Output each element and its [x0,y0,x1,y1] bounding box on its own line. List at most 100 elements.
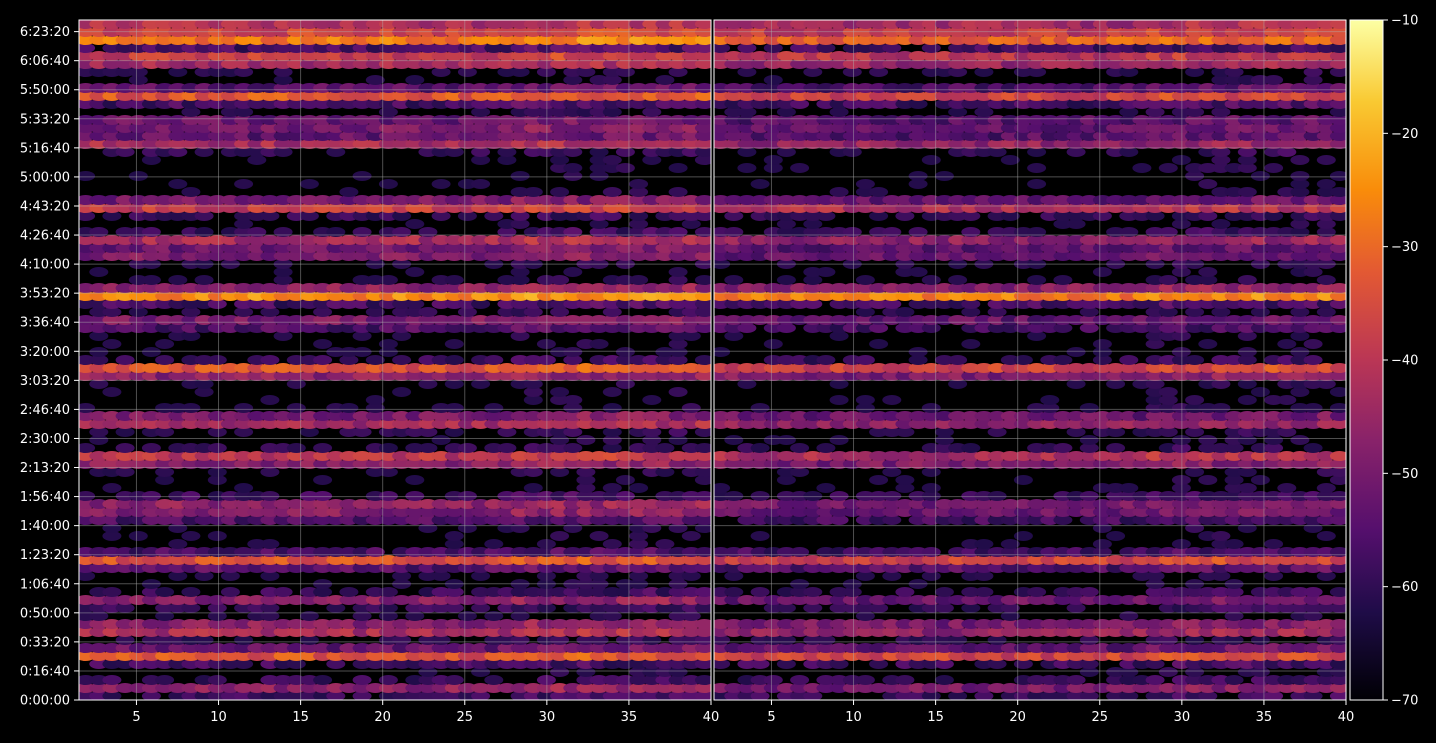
heatmap-cell [550,387,569,397]
heatmap-cell [856,675,875,685]
heatmap-cell [974,539,993,549]
heatmap-cell [392,387,411,397]
heatmap-cell [629,483,648,493]
heatmap-cell [142,443,161,453]
heatmap-cell [471,179,490,189]
heatmap-cell [751,179,770,189]
heatmap-cell [1225,539,1244,549]
heatmap-cell [1027,587,1046,597]
heatmap-cell [102,675,121,685]
heatmap-cell [856,355,875,365]
heatmap-cell [379,275,398,285]
y-tick-label: 1:56:40 [20,490,70,505]
heatmap-cell [208,443,227,453]
heatmap-cell [603,155,622,165]
heatmap-cell [616,347,635,357]
heatmap-cell [803,587,822,597]
y-tick-label: 0:16:40 [20,664,70,679]
heatmap-cell [1304,355,1323,365]
y-tick-label: 4:43:20 [20,199,70,214]
heatmap-cell [724,275,743,285]
heatmap-cell [1014,531,1033,541]
heatmap-cell [339,403,358,413]
heatmap-cell [988,491,1007,501]
heatmap-cell [155,339,174,349]
heatmap-cell [751,491,770,501]
heatmap-cell [1080,435,1099,445]
heatmap-cell [168,179,187,189]
heatmap-cell [102,387,121,397]
heatmap-cell [129,171,148,181]
heatmap-cell [1067,675,1086,685]
heatmap-cell [563,347,582,357]
heatmap-cell [1211,403,1230,413]
heatmap-cell [458,443,477,453]
heatmap-cell [576,435,595,445]
heatmap-cell [895,475,914,485]
heatmap-cell [790,163,809,173]
heatmap-cell [895,587,914,597]
heatmap-cell [313,339,332,349]
heatmap-cell [616,163,635,173]
heatmap-cell [603,483,622,493]
heatmap-cell [816,483,835,493]
heatmap-cell [790,443,809,453]
heatmap-cell [869,475,888,485]
heatmap-cell [1198,435,1217,445]
y-tick-label: 5:16:40 [20,141,70,156]
heatmap-cell [1040,395,1059,405]
heatmap-cell [1317,275,1336,285]
heatmap-cell [405,267,424,277]
heatmap-cell [777,275,796,285]
heatmap-cell [181,491,200,501]
heatmap-cell [195,275,214,285]
heatmap-cell [922,483,941,493]
heatmap-cell [405,219,424,229]
heatmap-cell [655,443,674,453]
heatmap-cell [816,443,835,453]
heatmap-cell [405,75,424,85]
left-heatmap-cells [76,19,714,701]
heatmap-cell [682,403,701,413]
heatmap-cell [974,587,993,597]
heatmap-cell [669,387,688,397]
heatmap-cell [405,475,424,485]
heatmap-cell [445,675,464,685]
heatmap-cell [458,491,477,501]
heatmap-cell [142,491,161,501]
heatmap-cell [313,675,332,685]
heatmap-cell [816,355,835,365]
x-tick-label: 5 [132,710,140,725]
heatmap-cell [1198,339,1217,349]
heatmap-cell [1251,475,1270,485]
heatmap-cell [1027,179,1046,189]
heatmap-cell [1001,539,1020,549]
heatmap-cell [379,675,398,685]
heatmap-cell [869,187,888,197]
heatmap-cell [339,587,358,597]
heatmap-cell [1277,483,1296,493]
heatmap-cell [856,179,875,189]
heatmap-cell [181,587,200,597]
x-tick-label: 40 [703,710,720,725]
y-tick-label: 5:33:20 [20,112,70,127]
heatmap-cell [379,491,398,501]
heatmap-cell [287,403,306,413]
heatmap-cell [432,435,451,445]
heatmap-cell [313,475,332,485]
heatmap-cell [590,339,609,349]
heatmap-cell [89,347,108,357]
heatmap-cell [1080,403,1099,413]
heatmap-cell [655,75,674,85]
heatmap-cell [1014,475,1033,485]
heatmap-cell [1053,443,1072,453]
heatmap-cell [616,475,635,485]
heatmap-cell [445,275,464,285]
heatmap-cell [830,395,849,405]
heatmap-cell [669,163,688,173]
heatmap-cell [1251,171,1270,181]
heatmap-cell [1053,275,1072,285]
heatmap-cell [816,267,835,277]
heatmap-cell [287,443,306,453]
heatmap-cell [961,443,980,453]
